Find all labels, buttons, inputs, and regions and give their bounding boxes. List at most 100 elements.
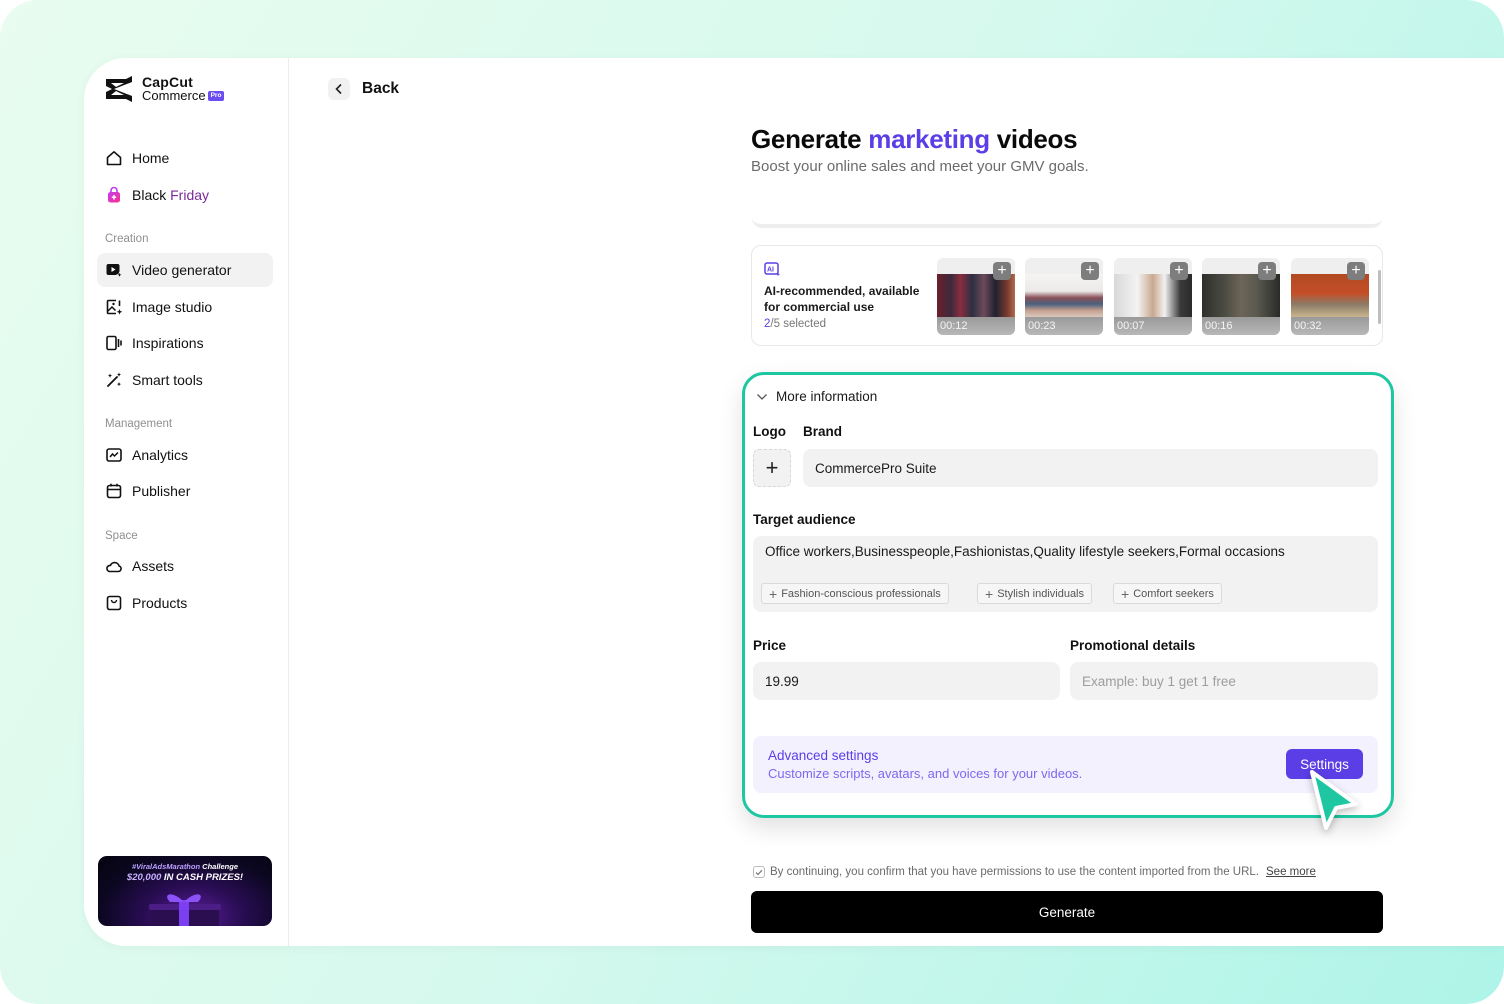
price-label: Price [753,638,787,653]
brand-input[interactable] [803,449,1378,487]
pro-badge: Pro [207,90,225,101]
check-icon [755,869,763,875]
svg-text:AI: AI [767,267,774,274]
section-title-space: Space [105,530,138,542]
promotional-details-label: Promotional details [1070,638,1196,653]
sidebar: CapCut Commerce Pro Home Black Friday Cr… [84,58,289,946]
carousel-scroll-edge[interactable] [1378,270,1381,324]
settings-button[interactable]: Settings [1286,749,1363,779]
products-bag-icon [106,595,122,611]
sidebar-item-black-friday[interactable]: Black Friday [97,178,273,212]
section-title-creation: Creation [105,233,149,245]
audience-suggestion-chip[interactable]: + Comfort seekers [1113,583,1222,604]
sidebar-item-label: Home [132,150,170,166]
sidebar-item-home[interactable]: Home [97,141,273,175]
video-thumbnail[interactable]: 00:07 + [1114,258,1192,335]
video-sparkle-icon [106,264,123,279]
add-video-icon[interactable]: + [1347,262,1365,280]
advanced-settings-subtitle: Customize scripts, avatars, and voices f… [768,766,1083,781]
sidebar-item-label: Publisher [132,483,191,499]
sidebar-item-label: Inspirations [132,335,204,351]
sidebar-item-label: Smart tools [132,372,203,388]
more-information-panel: More information Logo Brand + Target aud… [742,372,1394,818]
ai-sparkle-icon: AI [764,262,781,277]
add-video-icon[interactable]: + [1081,262,1099,280]
back-label[interactable]: Back [362,80,399,98]
sidebar-item-label: Assets [132,558,175,574]
cloud-icon [106,561,122,573]
back-button[interactable] [328,78,350,100]
plus-icon: + [985,585,994,602]
app-window: CapCut Commerce Pro Home Black Friday Cr… [84,58,1504,946]
sidebar-item-assets[interactable]: Assets [97,549,273,583]
page-subtitle: Boost your online sales and meet your GM… [751,158,1089,175]
brand-subname: Commerce [142,88,206,103]
promo-title: #ViralAdsMarathon Challenge [131,862,238,871]
video-thumbnail[interactable]: 00:12 + [937,258,1015,335]
promo-prize: $20,000 IN CASH PRIZES! [126,872,244,883]
shopping-bag-icon [108,186,120,203]
sidebar-item-inspirations[interactable]: Inspirations [97,326,273,360]
ai-recommended-videos-card: AI AI-recommended, available for commerc… [751,245,1383,346]
plus-icon: + [765,455,779,480]
video-duration: 00:07 [1117,320,1145,332]
sidebar-item-analytics[interactable]: Analytics [97,438,273,472]
home-icon [106,151,122,166]
sidebar-item-video-generator[interactable]: Video generator [97,253,273,287]
sidebar-item-smart-tools[interactable]: Smart tools [97,363,273,397]
sidebar-item-image-studio[interactable]: Image studio [97,290,273,324]
plus-icon: + [1121,585,1130,602]
add-video-icon[interactable]: + [993,262,1011,280]
capcut-logo-icon [106,76,132,102]
add-video-icon[interactable]: + [1170,262,1188,280]
sidebar-item-publisher[interactable]: Publisher [97,474,273,508]
analytics-icon [106,448,122,462]
video-duration: 00:16 [1205,320,1233,332]
gift-icon [149,894,221,926]
page-title: Generate marketing videos [751,124,1078,154]
video-thumbnail[interactable]: 00:16 + [1202,258,1280,335]
add-logo-button[interactable]: + [753,449,791,487]
video-thumbnail[interactable]: 00:32 + [1291,258,1369,335]
advanced-settings-title: Advanced settings [768,748,879,763]
audience-suggestion-chip[interactable]: + Stylish individuals [977,583,1093,604]
magic-wand-icon [107,372,121,387]
sidebar-item-label: Black Friday [132,187,210,203]
video-duration: 00:23 [1028,320,1056,332]
section-title-management: Management [105,418,173,430]
consent-row: By continuing, you confirm that you have… [753,866,1316,878]
promo-banner[interactable]: #ViralAdsMarathon Challenge $20,000 IN C… [98,856,272,926]
more-information-toggle[interactable]: More information [756,389,877,404]
image-sparkle-icon [106,299,123,315]
promotional-details-input[interactable] [1070,662,1378,700]
selected-count: 2/5 selected [764,318,827,330]
ai-recommended-label: AI-recommended, available for commercial… [764,284,920,314]
see-more-link[interactable]: See more [1266,866,1316,878]
logo-label: Logo [753,424,786,439]
sidebar-item-products[interactable]: Products [97,586,273,620]
sidebar-item-label: Analytics [132,447,189,463]
plus-icon: + [769,585,778,602]
target-audience-input[interactable]: Office workers,Businesspeople,Fashionist… [753,536,1378,612]
add-video-icon[interactable]: + [1258,262,1276,280]
video-duration: 00:12 [940,320,968,332]
brand-label: Brand [803,424,843,439]
video-thumbnail[interactable]: 00:23 + [1025,258,1103,335]
target-audience-value: Office workers,Businesspeople,Fashionist… [765,544,1285,559]
video-duration: 00:32 [1294,320,1322,332]
sidebar-item-label: Image studio [132,299,213,315]
sidebar-item-label: Video generator [132,262,232,278]
generate-button[interactable]: Generate [751,891,1383,933]
price-input[interactable] [753,662,1060,700]
previous-section-edge [752,208,1382,228]
inspirations-icon [106,335,122,351]
brand-logo[interactable]: CapCut Commerce Pro [104,75,225,103]
calendar-icon [106,483,122,499]
consent-checkbox[interactable] [753,866,765,878]
sidebar-item-label: Products [132,595,188,611]
chevron-left-icon [335,83,342,95]
consent-text: By continuing, you confirm that you have… [770,866,1259,878]
advanced-settings-box: Advanced settings Customize scripts, ava… [753,736,1378,793]
more-information-label: More information [776,389,878,404]
audience-suggestion-chip[interactable]: + Fashion-conscious professionals [761,583,949,604]
